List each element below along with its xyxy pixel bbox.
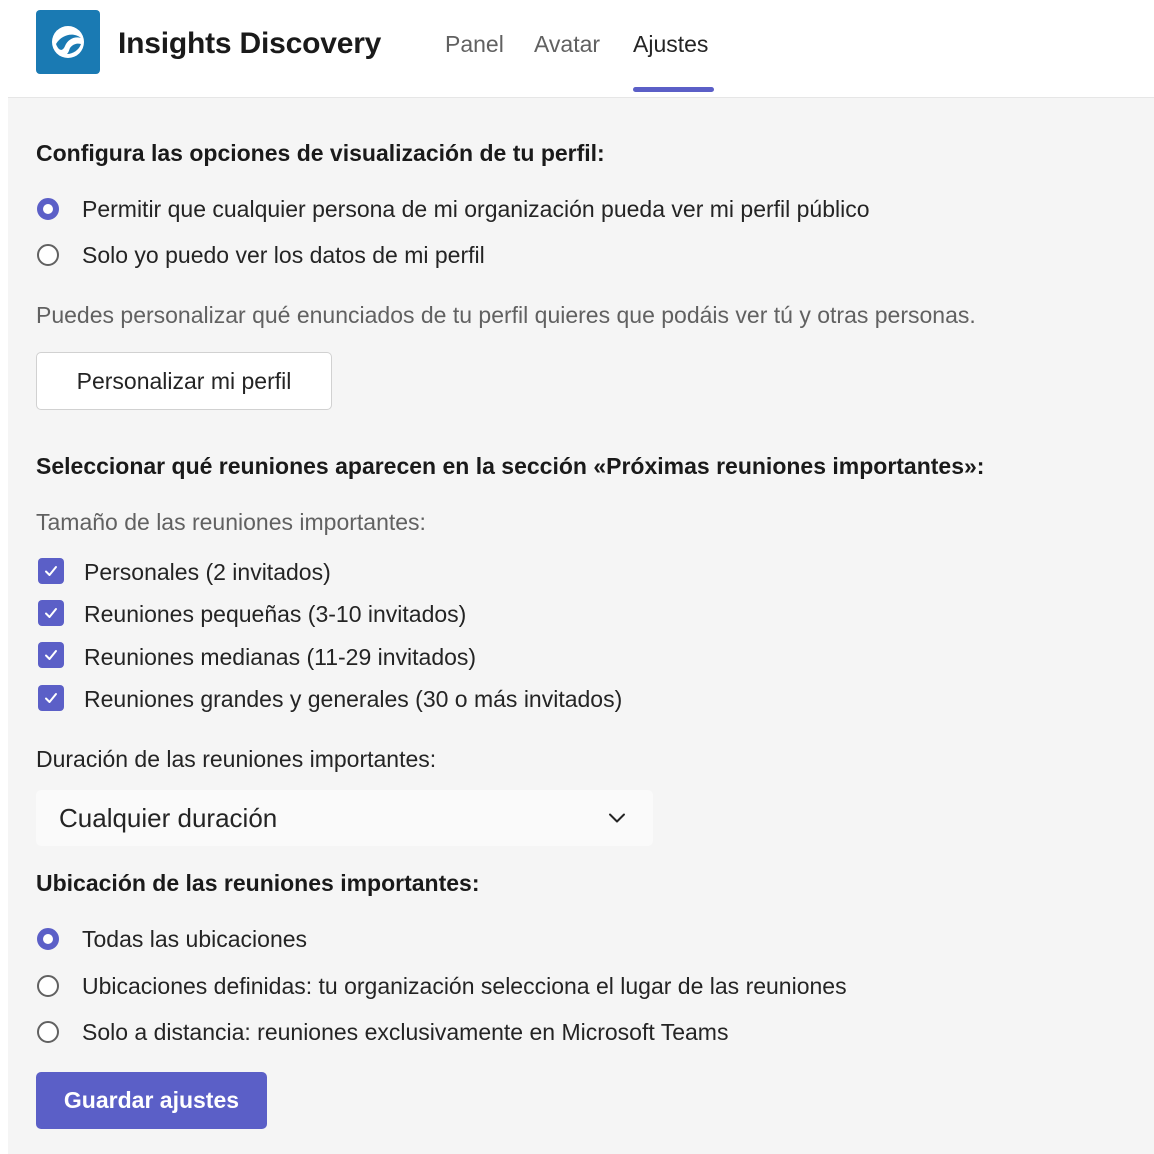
- app-title: Insights Discovery: [118, 27, 382, 60]
- meetings-heading: Seleccionar qué reuniones aparecen en la…: [36, 453, 985, 479]
- meeting-duration-value: Cualquier duración: [59, 803, 278, 833]
- meeting-size-label: Tamaño de las reuniones importantes:: [36, 509, 426, 535]
- profile-visibility-heading: Configura las opciones de visualización …: [36, 140, 605, 166]
- radio-defined-locations-label: Ubicaciones definidas: tu organización s…: [82, 973, 847, 999]
- radio-public-profile[interactable]: [37, 198, 59, 220]
- checkmark-icon: [45, 608, 57, 618]
- save-settings-button[interactable]: Guardar ajustes: [36, 1072, 267, 1129]
- checkbox-small-meetings[interactable]: [38, 600, 64, 626]
- chevron-down-icon: [609, 813, 625, 823]
- checkmark-icon: [45, 650, 57, 660]
- radio-private-profile-label: Solo yo puedo ver los datos de mi perfil: [82, 242, 485, 268]
- checkbox-medium-meetings-label: Reuniones medianas (11-29 invitados): [84, 644, 477, 670]
- customize-hint-text: Puedes personalizar qué enunciados de tu…: [36, 302, 976, 328]
- meeting-duration-dropdown[interactable]: Cualquier duración: [36, 790, 653, 846]
- checkmark-icon: [45, 566, 57, 576]
- tab-ajustes[interactable]: Ajustes: [633, 28, 708, 60]
- radio-all-locations[interactable]: [37, 928, 59, 950]
- customize-profile-button[interactable]: Personalizar mi perfil: [36, 352, 332, 410]
- tab-avatar[interactable]: Avatar: [534, 28, 600, 60]
- meeting-location-heading: Ubicación de las reuniones importantes:: [36, 870, 480, 896]
- tab-panel[interactable]: Panel: [445, 28, 504, 60]
- app-header: Insights Discovery Panel Avatar Ajustes: [0, 0, 1154, 96]
- radio-all-locations-label: Todas las ubicaciones: [82, 926, 308, 952]
- checkmark-icon: [45, 693, 57, 703]
- radio-remote-only-label: Solo a distancia: reuniones exclusivamen…: [82, 1019, 729, 1045]
- radio-defined-locations[interactable]: [37, 975, 59, 997]
- checkbox-small-meetings-label: Reuniones pequeñas (3-10 invitados): [84, 601, 467, 627]
- checkbox-medium-meetings[interactable]: [38, 642, 64, 668]
- active-tab-indicator: [633, 87, 714, 92]
- radio-private-profile[interactable]: [37, 244, 59, 266]
- checkbox-personal-meetings-label: Personales (2 invitados): [84, 559, 331, 585]
- checkbox-large-meetings[interactable]: [38, 685, 64, 711]
- checkbox-large-meetings-label: Reuniones grandes y generales (30 o más …: [84, 686, 623, 712]
- insights-discovery-logo-icon: [36, 10, 100, 74]
- meeting-duration-label: Duración de las reuniones importantes:: [36, 746, 437, 772]
- radio-public-profile-label: Permitir que cualquier persona de mi org…: [82, 196, 870, 222]
- radio-remote-only[interactable]: [37, 1021, 59, 1043]
- checkbox-personal-meetings[interactable]: [38, 558, 64, 584]
